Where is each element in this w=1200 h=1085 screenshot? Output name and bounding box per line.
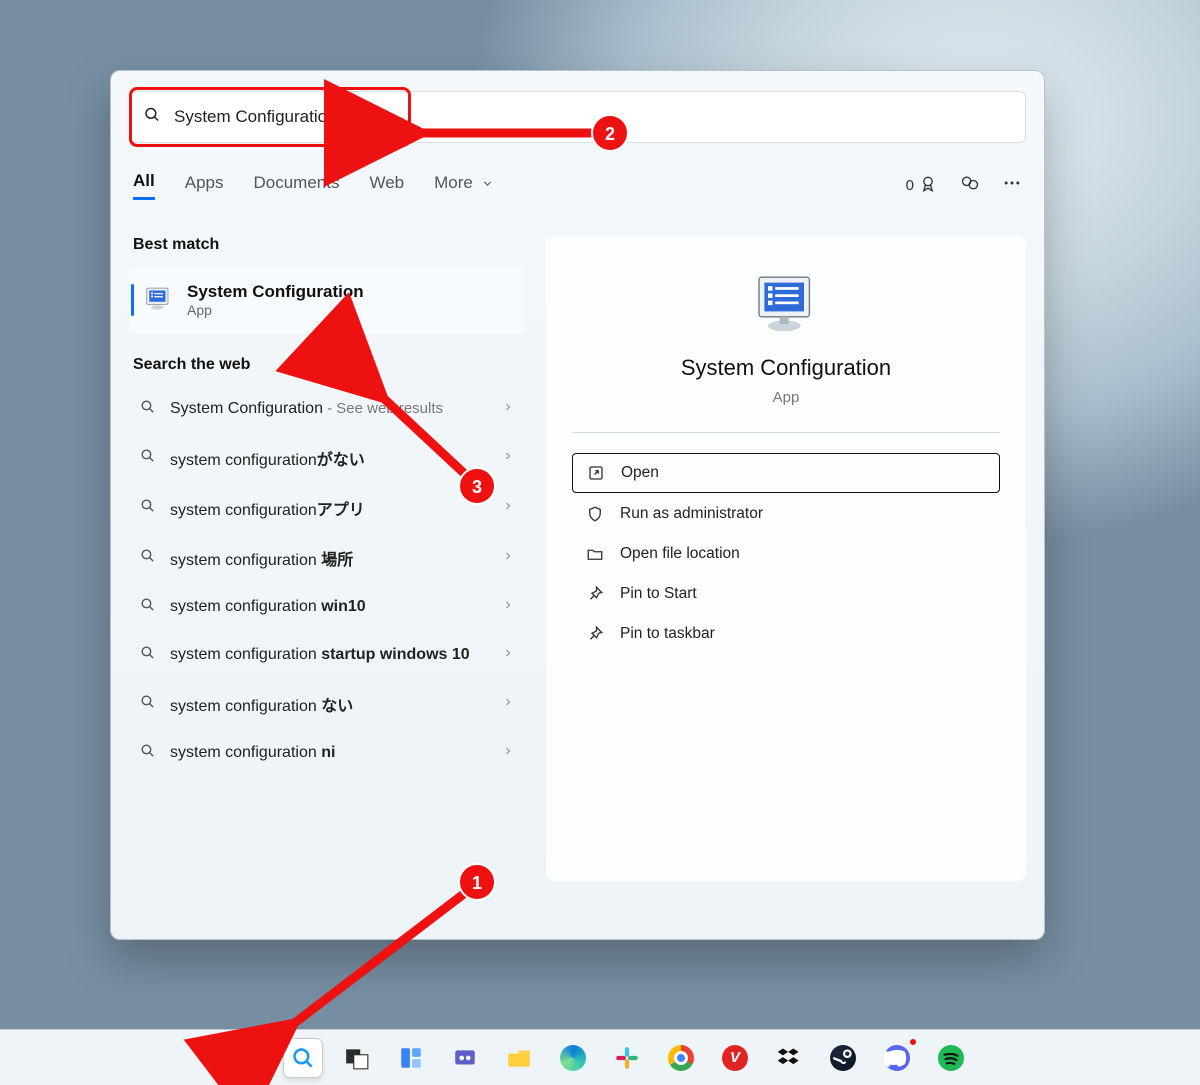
search-icon bbox=[139, 547, 156, 569]
web-result-text: System Configuration - See web results bbox=[170, 400, 488, 418]
search-icon bbox=[139, 644, 156, 666]
taskbar-dropbox[interactable] bbox=[770, 1039, 808, 1077]
taskbar-explorer[interactable] bbox=[500, 1039, 538, 1077]
taskbar-chat[interactable] bbox=[446, 1039, 484, 1077]
action-open-label: Open bbox=[621, 464, 659, 482]
web-result-7[interactable]: system configuration ni bbox=[129, 730, 524, 776]
detail-title: System Configuration bbox=[681, 355, 891, 381]
taskbar-slack[interactable] bbox=[608, 1039, 646, 1077]
open-icon bbox=[587, 464, 605, 482]
search-flyout: All Apps Documents Web More 0 bbox=[110, 70, 1045, 940]
chat-icon[interactable] bbox=[960, 173, 980, 198]
taskbar-search[interactable] bbox=[284, 1039, 322, 1077]
web-results-list: System Configuration - See web results s… bbox=[129, 386, 524, 776]
action-pin-taskbar[interactable]: Pin to taskbar bbox=[572, 615, 1000, 653]
action-pin-taskbar-label: Pin to taskbar bbox=[620, 625, 715, 643]
detail-actions: Open Run as administrator Open file loca… bbox=[572, 453, 1000, 653]
detail-header: System Configuration App bbox=[572, 270, 1000, 433]
chevron-right-icon bbox=[502, 744, 514, 762]
results-left-col: Best match System Configuration App Sear… bbox=[129, 236, 524, 881]
web-result-2[interactable]: system configurationアプリ bbox=[129, 484, 524, 532]
detail-card: System Configuration App Open Run as adm… bbox=[546, 236, 1026, 881]
action-pin-start[interactable]: Pin to Start bbox=[572, 575, 1000, 613]
search-icon bbox=[139, 497, 156, 519]
pin-icon bbox=[586, 625, 604, 643]
action-run-admin-label: Run as administrator bbox=[620, 505, 763, 523]
pin-icon bbox=[586, 585, 604, 603]
web-result-text: system configuration 場所 bbox=[170, 546, 488, 570]
taskbar-edge[interactable] bbox=[554, 1039, 592, 1077]
chevron-right-icon bbox=[502, 695, 514, 713]
best-match-item[interactable]: System Configuration App bbox=[129, 266, 524, 334]
detail-sub: App bbox=[773, 389, 800, 406]
search-icon bbox=[139, 742, 156, 764]
web-result-3[interactable]: system configuration 場所 bbox=[129, 534, 524, 582]
tab-more[interactable]: More bbox=[434, 173, 493, 199]
search-tabs: All Apps Documents Web More 0 bbox=[129, 171, 1026, 208]
taskbar-discord[interactable] bbox=[878, 1039, 916, 1077]
taskbar: V bbox=[0, 1029, 1200, 1085]
taskbar-chrome[interactable] bbox=[662, 1039, 700, 1077]
action-file-location[interactable]: Open file location bbox=[572, 535, 1000, 573]
action-file-location-label: Open file location bbox=[620, 545, 740, 563]
sysconfig-icon-small bbox=[143, 283, 173, 318]
more-icon[interactable] bbox=[1002, 173, 1022, 198]
taskbar-spotify[interactable] bbox=[932, 1039, 970, 1077]
search-input[interactable] bbox=[129, 91, 1026, 143]
search-web-heading: Search the web bbox=[133, 356, 520, 374]
medal-icon bbox=[918, 174, 938, 198]
tab-all[interactable]: All bbox=[133, 171, 155, 200]
results-columns: Best match System Configuration App Sear… bbox=[129, 236, 1026, 881]
tab-apps[interactable]: Apps bbox=[185, 173, 224, 199]
search-icon bbox=[139, 447, 156, 469]
web-result-text: system configuration startup windows 10 bbox=[170, 646, 488, 664]
web-result-text: system configuration ない bbox=[170, 692, 488, 716]
taskbar-widgets[interactable] bbox=[392, 1039, 430, 1077]
best-match-heading: Best match bbox=[133, 236, 520, 254]
chevron-right-icon bbox=[502, 449, 514, 467]
sysconfig-icon-large bbox=[750, 270, 822, 347]
notification-dot bbox=[908, 1037, 918, 1047]
web-result-6[interactable]: system configuration ない bbox=[129, 680, 524, 728]
tab-documents[interactable]: Documents bbox=[253, 173, 339, 199]
chevron-right-icon bbox=[502, 646, 514, 664]
chevron-right-icon bbox=[502, 499, 514, 517]
action-run-admin[interactable]: Run as administrator bbox=[572, 495, 1000, 533]
results-right-col: System Configuration App Open Run as adm… bbox=[546, 236, 1026, 881]
taskbar-expressvpn[interactable]: V bbox=[716, 1039, 754, 1077]
web-result-4[interactable]: system configuration win10 bbox=[129, 584, 524, 630]
folder-icon bbox=[586, 545, 604, 563]
tab-more-label: More bbox=[434, 173, 473, 192]
search-icon bbox=[139, 596, 156, 618]
search-wrap bbox=[129, 91, 1026, 143]
search-icon bbox=[139, 693, 156, 715]
action-pin-start-label: Pin to Start bbox=[620, 585, 697, 603]
best-match-sub: App bbox=[187, 302, 364, 318]
tab-web[interactable]: Web bbox=[369, 173, 404, 199]
best-match-title: System Configuration bbox=[187, 282, 364, 302]
web-result-text: system configuration ni bbox=[170, 744, 488, 762]
web-result-0[interactable]: System Configuration - See web results bbox=[129, 386, 524, 432]
chevron-right-icon bbox=[502, 598, 514, 616]
web-result-1[interactable]: system configurationがない bbox=[129, 434, 524, 482]
search-icon bbox=[143, 106, 161, 129]
chevron-right-icon bbox=[502, 400, 514, 418]
rewards-counter[interactable]: 0 bbox=[906, 174, 938, 198]
shield-icon bbox=[586, 505, 604, 523]
rewards-count: 0 bbox=[906, 177, 914, 194]
web-result-text: system configurationがない bbox=[170, 446, 488, 470]
chevron-right-icon bbox=[502, 549, 514, 567]
action-open[interactable]: Open bbox=[572, 453, 1000, 493]
search-icon bbox=[139, 398, 156, 420]
web-result-text: system configurationアプリ bbox=[170, 496, 488, 520]
taskbar-steam[interactable] bbox=[824, 1039, 862, 1077]
web-result-5[interactable]: system configuration startup windows 10 bbox=[129, 632, 524, 678]
web-result-text: system configuration win10 bbox=[170, 598, 488, 616]
taskbar-start[interactable] bbox=[230, 1039, 268, 1077]
taskbar-taskview[interactable] bbox=[338, 1039, 376, 1077]
